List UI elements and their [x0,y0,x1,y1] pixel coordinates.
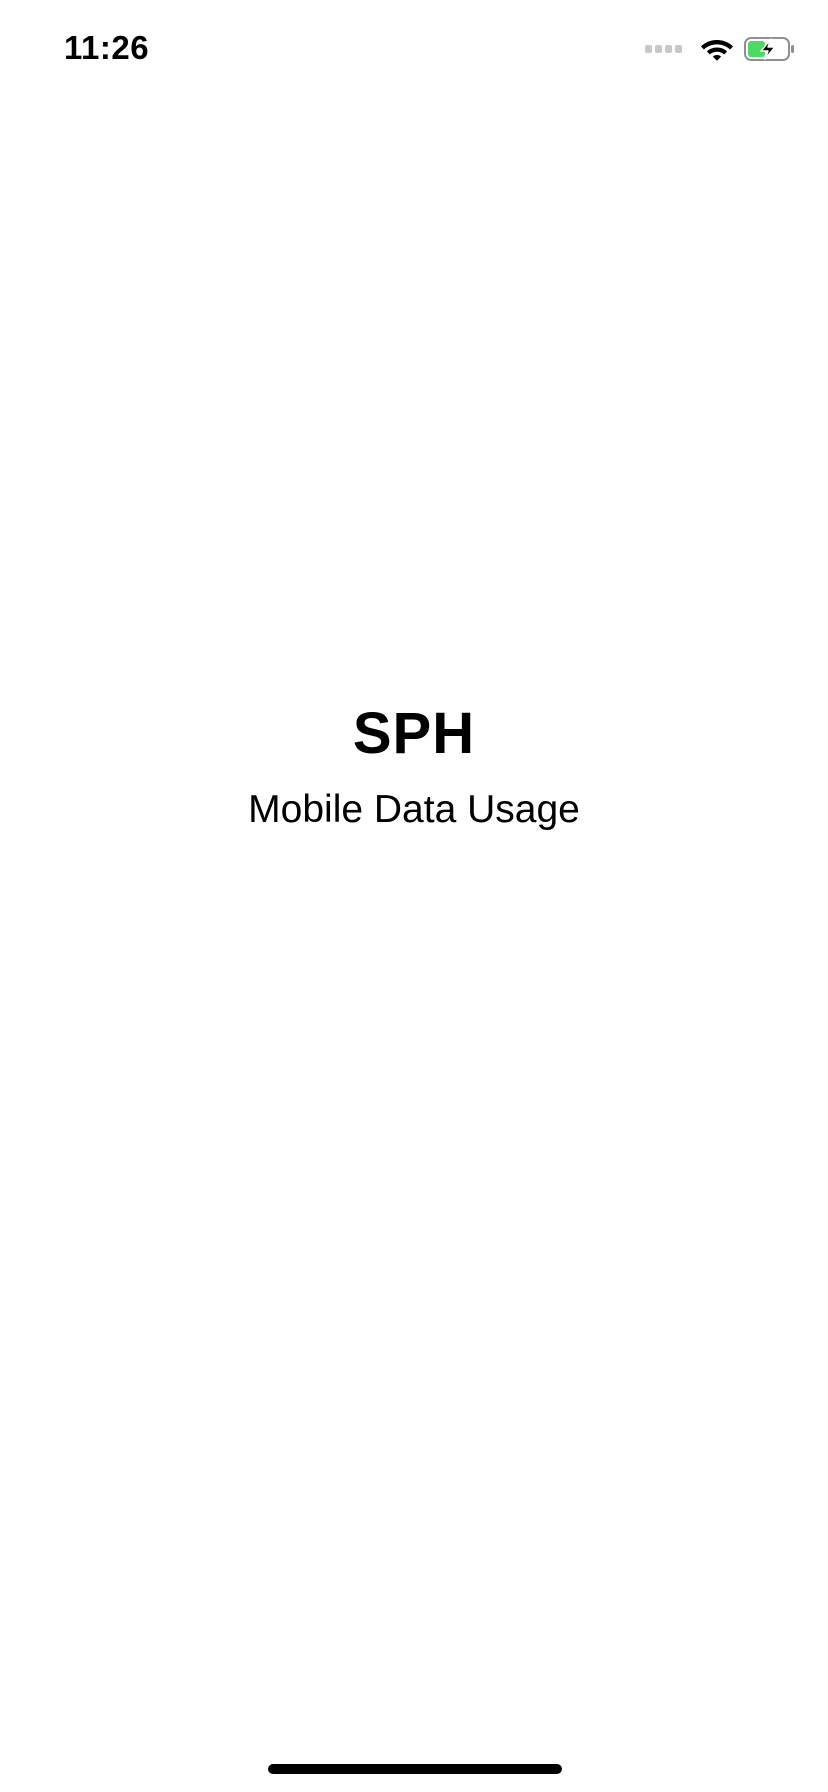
splash-content: SPH Mobile Data Usage [0,694,828,834]
status-bar: 11:26 [0,0,828,100]
wifi-icon [701,40,733,61]
status-icons [645,34,796,64]
app-subtitle: Mobile Data Usage [248,788,580,831]
cellular-signal-icon [645,45,682,53]
app-title: SPH [352,701,476,766]
home-indicator[interactable] [268,1764,562,1774]
battery-charging-icon [744,37,794,61]
status-time: 11:26 [64,29,150,66]
